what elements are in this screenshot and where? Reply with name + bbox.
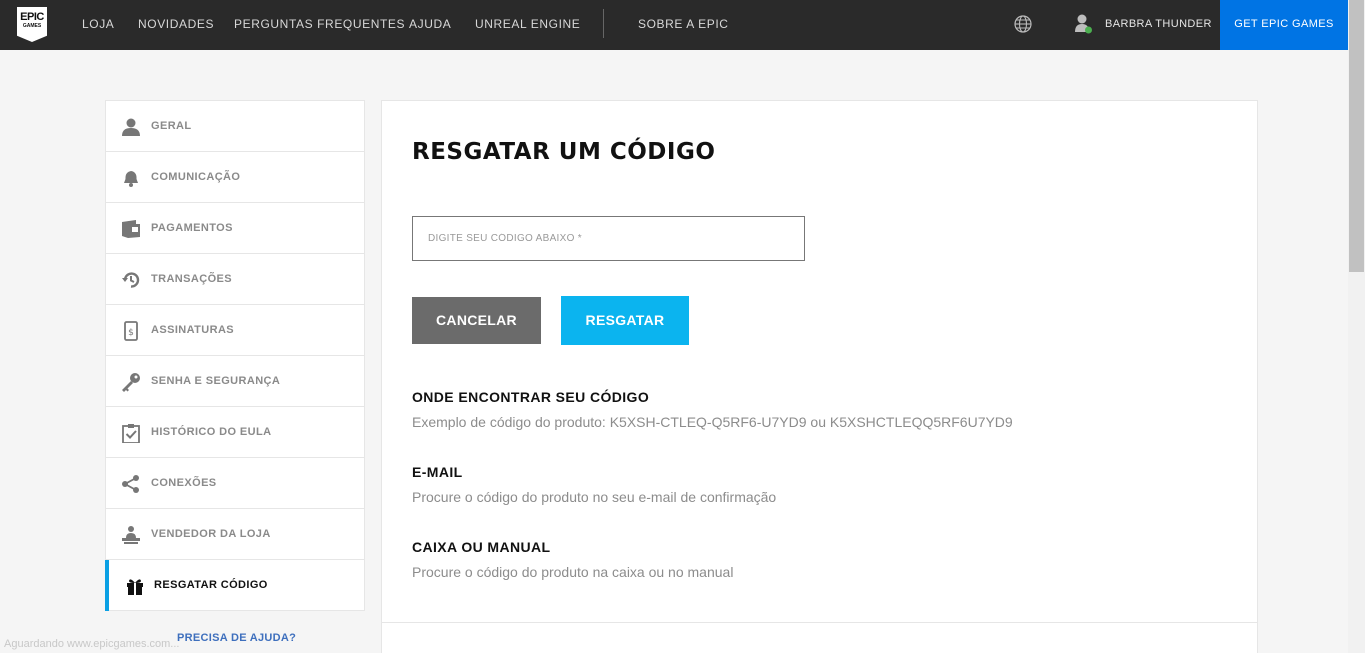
gift-icon	[127, 579, 143, 595]
clipboard-check-icon	[122, 424, 140, 443]
section-text-box-manual: Procure o código do produto na caixa ou …	[412, 564, 734, 580]
code-input[interactable]	[412, 216, 805, 261]
nav-link-novidades[interactable]: NOVIDADES	[138, 17, 214, 31]
section-text-find-code: Exemplo de código do produto: K5XSH-CTLE…	[412, 414, 1013, 430]
user-avatar-icon[interactable]	[1074, 13, 1094, 35]
sidebar-item-assinaturas[interactable]: $ ASSINATURAS	[106, 305, 364, 356]
account-sidebar: GERAL COMUNICAÇÃO PAGAMENTOS TRANSAÇÕES …	[105, 100, 365, 611]
logo-text-top: EPIC	[20, 11, 44, 23]
bell-icon	[124, 171, 138, 187]
sidebar-item-label: SENHA E SEGURANÇA	[151, 375, 281, 387]
scrollbar-thumb[interactable]	[1349, 0, 1364, 272]
sidebar-item-vendedor-loja[interactable]: VENDEDOR DA LOJA	[106, 509, 364, 560]
sidebar-item-label: PAGAMENTOS	[151, 222, 233, 234]
top-navigation-bar: EPIC GAMES LOJA NOVIDADES PERGUNTAS FREQ…	[0, 0, 1348, 50]
seller-icon	[122, 526, 140, 544]
sidebar-item-label: TRANSAÇÕES	[151, 273, 233, 285]
globe-icon[interactable]	[1014, 15, 1032, 33]
wallet-icon	[122, 220, 140, 238]
subscription-icon: $	[124, 321, 138, 341]
sidebar-item-label: ASSINATURAS	[151, 324, 235, 336]
sidebar-item-label: HISTÓRICO DO EULA	[151, 426, 272, 438]
section-text-email: Procure o código do produto no seu e-mai…	[412, 489, 777, 505]
sidebar-item-pagamentos[interactable]: PAGAMENTOS	[106, 203, 364, 254]
sidebar-item-label: RESGATAR CÓDIGO	[154, 579, 268, 591]
nav-link-unreal-engine[interactable]: UNREAL ENGINE	[475, 17, 580, 31]
sidebar-item-geral[interactable]: GERAL	[106, 101, 364, 152]
nav-link-loja[interactable]: LOJA	[82, 17, 114, 31]
redeem-button[interactable]: RESGATAR	[561, 296, 689, 345]
sidebar-item-senha-seguranca[interactable]: SENHA E SEGURANÇA	[106, 356, 364, 407]
cancel-button[interactable]: CANCELAR	[412, 297, 541, 344]
sidebar-item-comunicacao[interactable]: COMUNICAÇÃO	[106, 152, 364, 203]
browser-status-text: Aguardando www.epicgames.com...	[4, 638, 180, 650]
get-epic-games-button[interactable]: GET EPIC GAMES	[1220, 0, 1348, 50]
sidebar-item-conexoes[interactable]: CONEXÕES	[106, 458, 364, 509]
sidebar-item-transacoes[interactable]: TRANSAÇÕES	[106, 254, 364, 305]
logo-text-bottom: GAMES	[22, 23, 42, 29]
sidebar-item-label: CONEXÕES	[151, 477, 217, 489]
nav-divider	[603, 9, 604, 38]
nav-link-faq[interactable]: PERGUNTAS FREQUENTES	[234, 17, 405, 31]
epic-games-logo[interactable]: EPIC GAMES	[17, 7, 47, 42]
section-heading-find-code: ONDE ENCONTRAR SEU CÓDIGO	[412, 389, 650, 405]
secondary-panel	[381, 622, 1258, 653]
section-heading-box-manual: CAIXA OU MANUAL	[412, 539, 551, 555]
page-title: RESGATAR UM CÓDIGO	[412, 139, 716, 165]
person-icon	[122, 118, 140, 136]
nav-link-ajuda[interactable]: AJUDA	[409, 17, 451, 31]
svg-text:$: $	[128, 328, 134, 338]
section-heading-email: E-MAIL	[412, 464, 463, 480]
sidebar-item-label: GERAL	[151, 120, 192, 132]
key-icon	[122, 373, 140, 392]
nav-link-sobre-a-epic[interactable]: SOBRE A EPIC	[638, 17, 729, 31]
need-help-link[interactable]: PRECISA DE AJUDA?	[177, 632, 296, 644]
sidebar-item-historico-eula[interactable]: HISTÓRICO DO EULA	[106, 407, 364, 458]
history-icon	[122, 272, 140, 288]
sidebar-item-resgatar-codigo[interactable]: RESGATAR CÓDIGO	[105, 560, 363, 611]
share-icon	[122, 475, 139, 493]
username-label[interactable]: BARBRA THUNDER	[1105, 18, 1212, 30]
sidebar-item-label: COMUNICAÇÃO	[151, 171, 241, 183]
sidebar-item-label: VENDEDOR DA LOJA	[151, 528, 271, 540]
